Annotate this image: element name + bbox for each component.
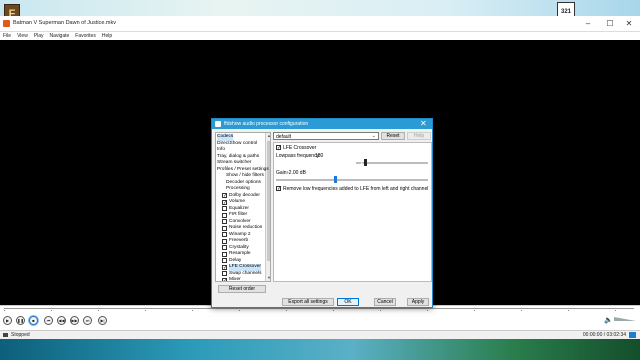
window-title: Batman V Superman Dawn of Justice.mkv: [13, 20, 117, 26]
status-icon: [3, 333, 8, 337]
scroll-down-icon[interactable]: ▼: [266, 275, 270, 281]
pause-button[interactable]: ❚❚: [16, 316, 25, 325]
tree-checkbox[interactable]: [222, 219, 227, 225]
menu-file[interactable]: File: [0, 32, 14, 39]
time-display: 00:00:00 / 03:02:34: [582, 332, 626, 338]
reset-order-button[interactable]: Reset order: [218, 285, 266, 293]
subtitle-flag-icon: [629, 332, 636, 338]
status-text: Stopped: [11, 332, 30, 338]
mouse-cursor: [361, 162, 364, 168]
seek-track[interactable]: [4, 308, 634, 309]
dialog-titlebar[interactable]: ffdshow audio processor configuration ✕: [212, 119, 432, 129]
maximize-button[interactable]: ☐: [601, 18, 619, 30]
lfe-crossover-panel: LFE Crossover Lowpass frequency: 180 Gai…: [273, 142, 432, 282]
scroll-up-icon[interactable]: ▲: [266, 133, 270, 139]
ffdshow-icon: [215, 121, 221, 127]
tree-checkbox[interactable]: [222, 199, 227, 205]
lowpass-value: 180: [315, 153, 324, 159]
volume-slider[interactable]: [614, 317, 636, 321]
gain-slider[interactable]: [276, 179, 428, 181]
lfe-enable-label: LFE Crossover: [283, 145, 317, 151]
status-bar: Stopped 00:00:00 / 03:02:34: [0, 330, 640, 339]
ok-button[interactable]: OK: [337, 298, 359, 306]
lowpass-label: Lowpass frequency:: [276, 153, 321, 159]
tree-checkbox[interactable]: [222, 225, 227, 231]
menu-help[interactable]: Help: [99, 32, 115, 39]
minimize-button[interactable]: –: [579, 18, 597, 30]
apply-button[interactable]: Apply: [407, 298, 429, 306]
lfe-enable-checkbox[interactable]: [276, 145, 281, 150]
tree-scrollbar[interactable]: ▲ ▼: [265, 133, 270, 281]
menu-favorites[interactable]: Favorites: [72, 32, 99, 39]
tree-checkbox[interactable]: [222, 264, 227, 270]
remove-low-checkbox[interactable]: [276, 186, 281, 191]
menu-bar: File View Play Navigate Favorites Help: [0, 32, 640, 40]
tree-checkbox[interactable]: [222, 238, 227, 244]
tree-checkbox[interactable]: [222, 245, 227, 251]
export-all-settings-button[interactable]: Export all settings: [282, 298, 334, 306]
gain-value: -2.00 dB: [287, 170, 306, 176]
speaker-icon[interactable]: 🔈: [604, 316, 613, 324]
mpc-app-icon: [3, 20, 10, 27]
reset-button[interactable]: Reset: [381, 132, 405, 140]
tree-checkbox[interactable]: [222, 277, 227, 281]
tree-checkbox[interactable]: [222, 193, 227, 199]
playback-controls: ▶ ❚❚ ■ ⏮ ◀◀ ▶▶ ⏭ ▶| 🔈: [0, 311, 640, 330]
stop-button[interactable]: ■: [29, 316, 38, 325]
tree-checkbox[interactable]: [222, 206, 227, 212]
remove-low-label: Remove low frequencies added to LFE from…: [283, 186, 429, 192]
ffdshow-config-dialog: ffdshow audio processor configuration ✕ …: [211, 118, 433, 308]
lowpass-slider[interactable]: [356, 162, 428, 164]
help-button[interactable]: Help: [407, 132, 431, 140]
cancel-button[interactable]: Cancel: [374, 298, 396, 306]
preset-value: default: [276, 134, 292, 140]
scroll-thumb[interactable]: [267, 141, 270, 261]
chevron-down-icon: ⌄: [371, 133, 376, 139]
menu-play[interactable]: Play: [31, 32, 47, 39]
window-titlebar[interactable]: Batman V Superman Dawn of Justice.mkv – …: [0, 16, 640, 32]
tree-item[interactable]: Mixer: [229, 277, 241, 281]
close-button[interactable]: ✕: [620, 18, 638, 30]
tree-checkbox[interactable]: [222, 258, 227, 264]
menu-navigate[interactable]: Navigate: [47, 32, 73, 39]
dialog-close-button[interactable]: ✕: [420, 119, 427, 129]
desktop-background-bottom: [0, 337, 640, 360]
rewind-button[interactable]: ◀◀: [57, 316, 66, 325]
tree-checkbox[interactable]: [222, 212, 227, 218]
tree-checkbox[interactable]: [222, 251, 227, 257]
forward-button[interactable]: ▶▶: [70, 316, 79, 325]
tree-checkbox[interactable]: [222, 271, 227, 277]
dialog-title: ffdshow audio processor configuration: [224, 121, 309, 127]
menu-view[interactable]: View: [14, 32, 31, 39]
play-button[interactable]: ▶: [3, 316, 12, 325]
tree-checkbox[interactable]: [222, 232, 227, 238]
frame-step-button[interactable]: ▶|: [98, 316, 107, 325]
filter-tree[interactable]: ▲ ▼ Codecs DirectShow control Info Tray, di…: [215, 132, 271, 282]
lowpass-slider-thumb[interactable]: [363, 159, 367, 166]
gain-slider-thumb[interactable]: [334, 176, 338, 183]
preset-select[interactable]: default ⌄: [273, 132, 379, 140]
previous-button[interactable]: ⏮: [44, 316, 53, 325]
next-button[interactable]: ⏭: [83, 316, 92, 325]
